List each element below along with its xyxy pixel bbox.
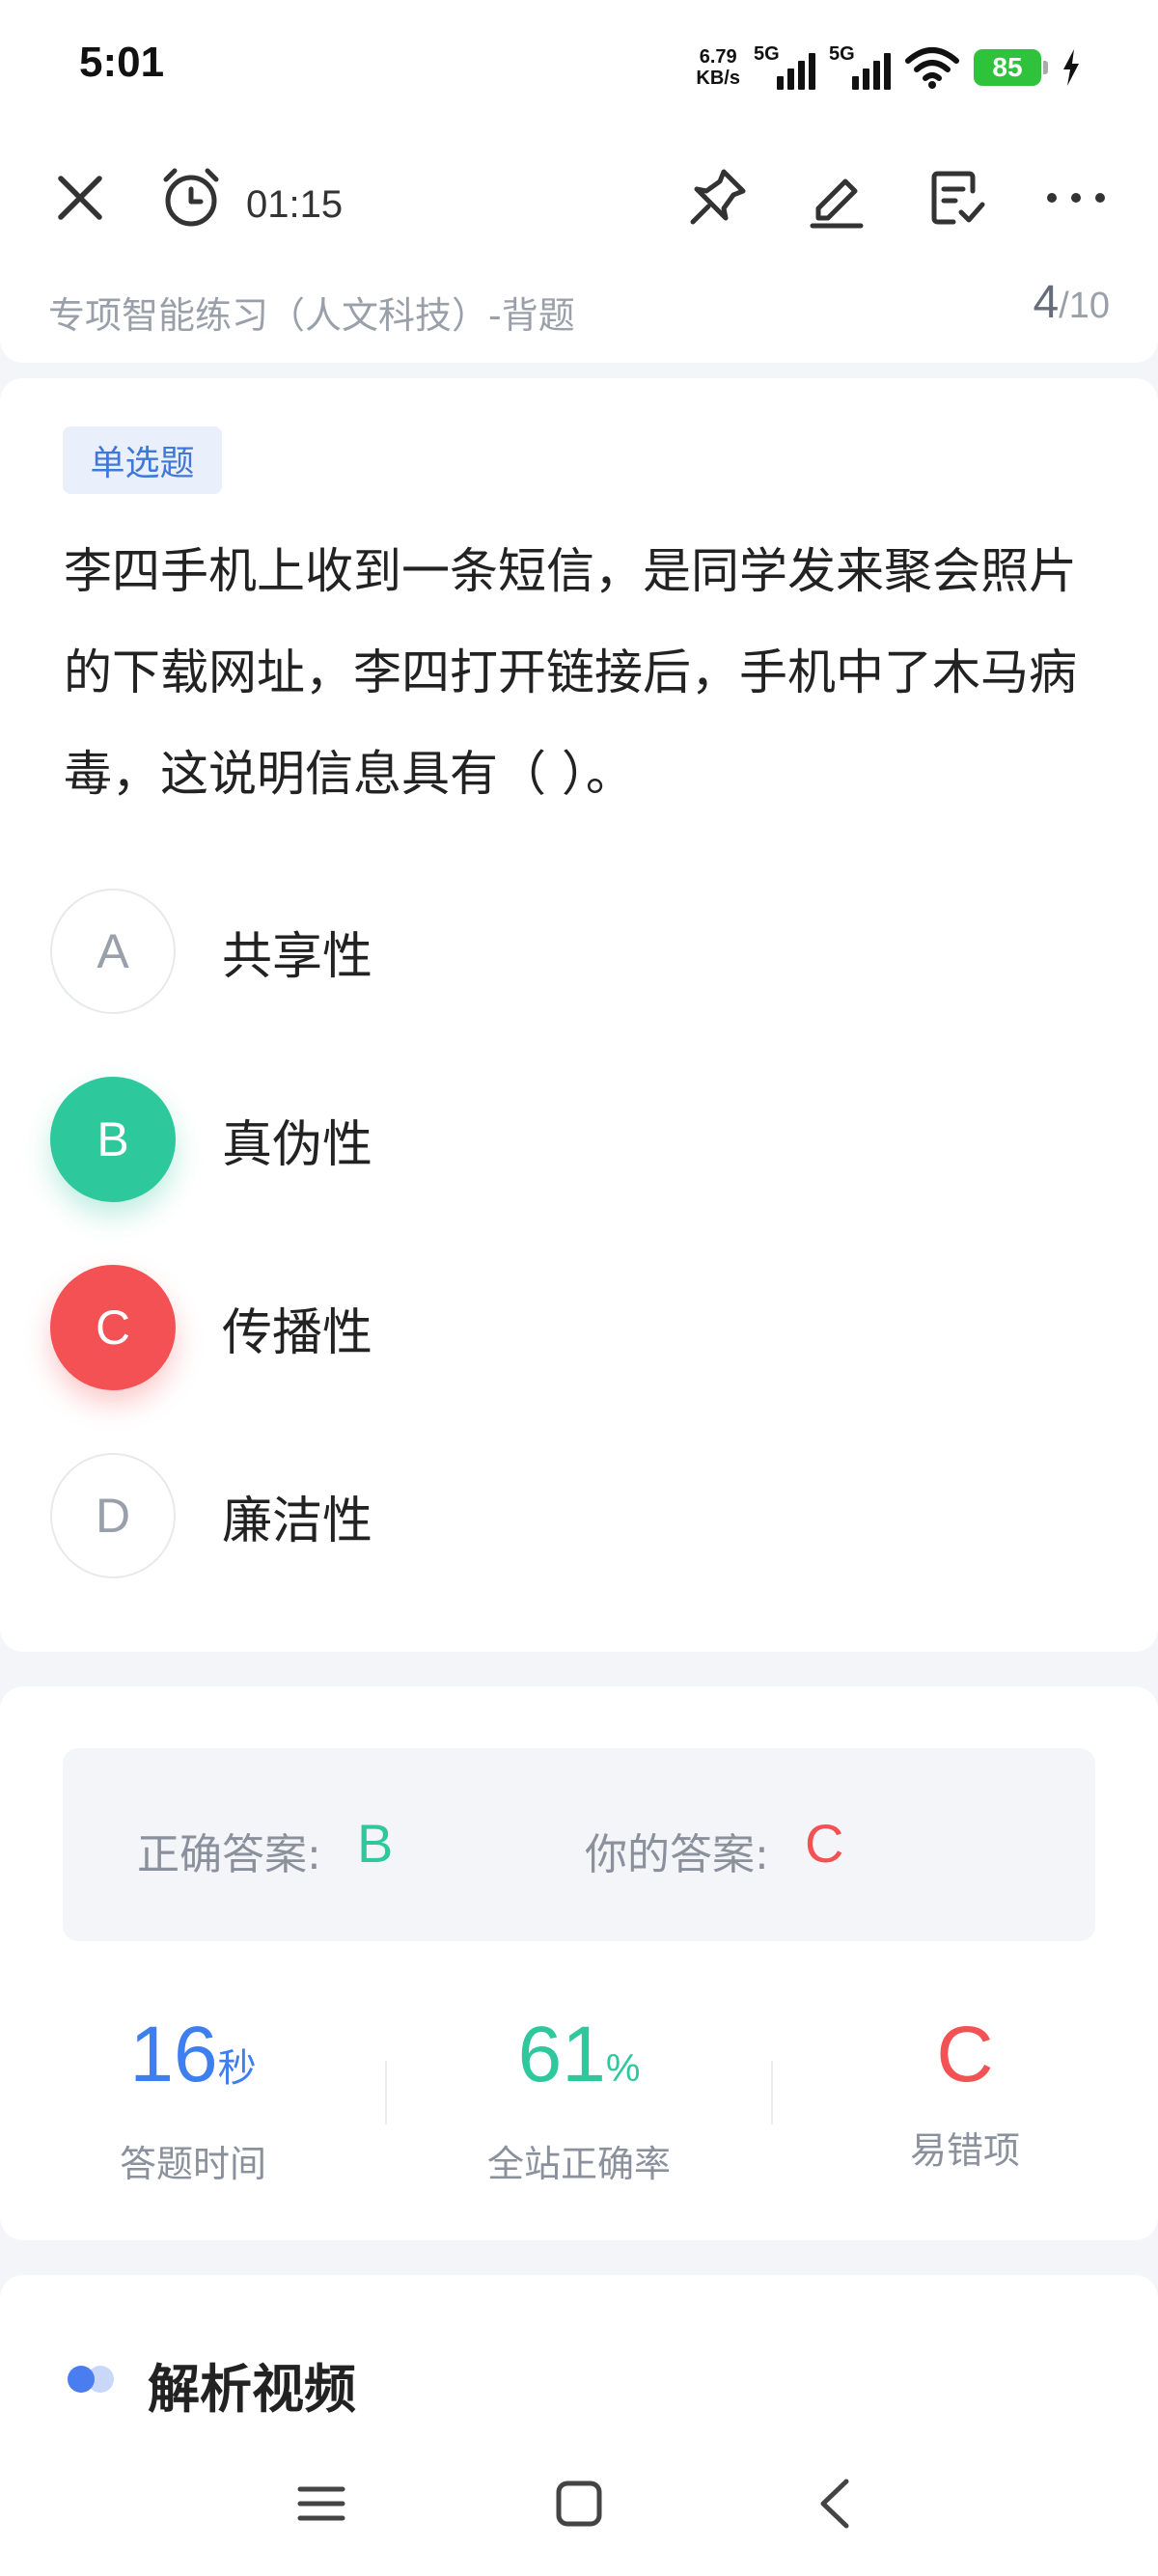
answer-time-value: 16 <box>129 2011 218 2098</box>
practice-title: 专项智能练习（人文科技）-背题 <box>48 294 575 337</box>
edit-pencil-icon <box>810 178 864 229</box>
option-text: 廉洁性 <box>222 1492 373 1550</box>
status-time: 5:01 <box>79 39 165 86</box>
menu-nav-button[interactable] <box>278 2460 365 2547</box>
network-speed-unit: KB/s <box>696 68 740 89</box>
network-speed-value: 6.79 <box>699 46 737 68</box>
option-b[interactable]: B 真伪性 <box>50 1077 1112 1202</box>
answer-time-label: 答题时间 <box>119 2143 266 2185</box>
timer-display: 01:15 <box>246 183 344 226</box>
home-square-icon <box>556 2480 602 2527</box>
analysis-video-title[interactable]: 解析视频 <box>148 2346 356 2423</box>
signal-type-label: 5G <box>829 43 855 65</box>
answer-sheet-icon <box>931 171 985 225</box>
question-type-badge: 单选题 <box>63 426 222 494</box>
option-text: 传播性 <box>222 1303 373 1362</box>
common-mistake-label: 易错项 <box>909 2129 1020 2172</box>
answer-sheet-button[interactable] <box>923 164 990 232</box>
status-bar: 5:01 6.79 KB/s 5G 5G 85 <box>0 0 1158 135</box>
option-d[interactable]: D 廉洁性 <box>50 1453 1112 1578</box>
pin-icon <box>690 169 746 225</box>
home-nav-button[interactable] <box>536 2460 622 2547</box>
signal-icon: 5G <box>829 43 891 92</box>
correct-answer-label: 正确答案: <box>137 1830 321 1879</box>
signal-type-label: 5G <box>754 43 780 65</box>
wifi-icon <box>905 47 959 89</box>
option-letter: D <box>50 1453 176 1578</box>
progress-current: 4 <box>1033 277 1060 328</box>
question-text: 李四手机上收到一条短信，是同学发来聚会照片的下载网址，李四打开链接后，手机中了木… <box>64 543 1077 802</box>
option-letter: A <box>50 889 176 1014</box>
accuracy-label: 全站正确率 <box>486 2143 671 2185</box>
network-speed: 6.79 KB/s <box>696 46 740 89</box>
progress-total: /10 <box>1059 286 1110 326</box>
more-button[interactable] <box>1042 164 1110 232</box>
stat-divider <box>385 2061 387 2124</box>
battery-level: 85 <box>974 49 1041 86</box>
close-button[interactable] <box>46 164 114 232</box>
option-letter: C <box>50 1265 176 1390</box>
note-button[interactable] <box>803 164 870 232</box>
alarm-clock-icon <box>163 168 219 227</box>
option-text: 共享性 <box>222 927 373 986</box>
back-nav-button[interactable] <box>791 2460 878 2547</box>
option-letter: B <box>50 1077 176 1202</box>
common-mistake-value: C <box>936 2011 994 2098</box>
stat-accuracy: 61% 全站正确率 <box>405 2009 753 2187</box>
section-dots-icon <box>68 2366 114 2393</box>
status-icons: 6.79 KB/s 5G 5G 85 <box>696 39 1081 96</box>
accuracy-value: 61 <box>517 2011 606 2098</box>
your-answer-label: 你的答案: <box>585 1830 769 1879</box>
stat-common-mistake: C 易错项 <box>791 2009 1139 2174</box>
back-chevron-icon <box>820 2479 849 2529</box>
your-answer-value: C <box>805 1813 844 1874</box>
option-text: 真伪性 <box>222 1115 373 1174</box>
stat-answer-time: 16秒 答题时间 <box>19 2009 367 2187</box>
correct-answer-value: B <box>357 1813 394 1874</box>
accuracy-unit: % <box>605 2047 641 2090</box>
option-c[interactable]: C 传播性 <box>50 1265 1112 1390</box>
more-dots-icon <box>1047 193 1105 203</box>
signal-icon: 5G <box>754 43 815 92</box>
pin-button[interactable] <box>683 164 751 232</box>
close-icon <box>58 176 102 220</box>
timer-button[interactable] <box>157 164 225 232</box>
question-progress: 4/10 <box>1033 276 1110 329</box>
stat-divider <box>771 2061 773 2124</box>
battery-indicator: 85 <box>974 49 1048 86</box>
menu-icon <box>297 2486 345 2521</box>
answer-time-unit: 秒 <box>217 2047 257 2090</box>
option-a[interactable]: A 共享性 <box>50 889 1112 1014</box>
charging-icon <box>1063 49 1079 86</box>
